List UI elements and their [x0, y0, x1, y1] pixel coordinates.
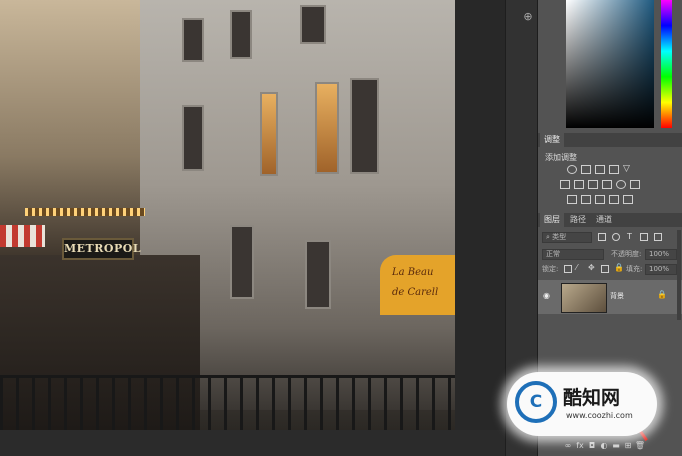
red-awning — [0, 225, 45, 247]
filter-pixel-icon[interactable] — [598, 233, 606, 241]
lock-all-icon[interactable]: 🔒 — [614, 263, 624, 272]
brightness-icon[interactable] — [567, 165, 577, 174]
color-balance-icon[interactable] — [574, 180, 584, 189]
curves-icon[interactable] — [595, 165, 605, 174]
watermark-url: www.coozhi.com — [566, 411, 633, 420]
selective-color-icon[interactable] — [623, 195, 633, 204]
add-mask-icon[interactable]: ◘ — [586, 441, 598, 450]
color-picker-field[interactable] — [566, 0, 654, 128]
panel-toggle-icon[interactable]: ⊕ — [521, 10, 535, 24]
tab-layers[interactable]: 图层 — [540, 213, 564, 227]
blend-mode-select[interactable]: 正常 — [542, 249, 604, 260]
threshold-icon[interactable] — [595, 195, 605, 204]
string-lights — [25, 208, 145, 216]
layer-filter-kind: 类型 — [552, 233, 567, 241]
tab-paths[interactable]: 路径 — [566, 213, 590, 227]
vibrance-icon[interactable]: ▽ — [623, 165, 633, 174]
layer-thumbnail — [561, 283, 607, 313]
new-adjustment-icon[interactable]: ◐ — [598, 441, 610, 450]
hue-saturation-icon[interactable] — [560, 180, 570, 189]
lock-icon: 🔒 — [657, 290, 667, 299]
black-white-icon[interactable] — [588, 180, 598, 189]
left-building — [0, 0, 145, 260]
color-lookup-icon[interactable] — [630, 180, 640, 189]
lock-brush-icon[interactable]: ⁄ — [576, 263, 577, 272]
lock-transparency-icon[interactable] — [564, 265, 572, 273]
photo-filter-icon[interactable] — [602, 180, 612, 189]
lock-artboard-icon[interactable] — [601, 265, 609, 273]
iron-railing — [0, 375, 455, 430]
metro-sign: METROPOL — [62, 238, 141, 260]
add-adjustment-label: 添加调整 — [545, 153, 577, 162]
tab-channels[interactable]: 通道 — [592, 213, 616, 227]
status-bar — [0, 430, 505, 456]
exposure-icon[interactable] — [609, 165, 619, 174]
search-icon: ⌕ — [546, 233, 550, 241]
fill-input[interactable]: 100% — [645, 264, 677, 275]
lock-label: 锁定: — [542, 265, 559, 273]
adjustments-tabbar: 调整 — [538, 133, 682, 147]
document-canvas[interactable]: METROPOL La Beau de Carell — [0, 0, 455, 430]
layer-name: 背景 — [610, 292, 624, 300]
posterize-icon[interactable] — [581, 195, 591, 204]
gradient-map-icon[interactable] — [609, 195, 619, 204]
watermark-title: 酷知网 — [563, 387, 621, 409]
cafe-sign-line1: La Beau — [392, 267, 434, 278]
cafe-sign-line2: de Carell — [392, 287, 439, 298]
filter-smart-object-icon[interactable] — [654, 233, 662, 241]
new-layer-icon[interactable]: ⊞ — [622, 441, 634, 450]
channel-mixer-icon[interactable] — [616, 180, 626, 189]
lock-position-icon[interactable]: ✥ — [588, 263, 595, 272]
link-layers-icon[interactable]: ∞ — [562, 441, 574, 450]
filter-adjustment-icon[interactable] — [612, 233, 620, 241]
filter-type-icon[interactable]: T — [627, 232, 632, 241]
cafe-sign: La Beau de Carell — [380, 255, 455, 315]
new-group-icon[interactable]: ▬ — [610, 441, 622, 450]
tab-adjustments[interactable]: 调整 — [540, 133, 564, 147]
fill-label: 填充: — [626, 265, 643, 273]
watermark-logo: C — [515, 381, 557, 423]
layers-scrollbar[interactable] — [677, 230, 681, 320]
filter-shape-icon[interactable] — [640, 233, 648, 241]
layer-filter-select[interactable]: ⌕ 类型 — [542, 232, 592, 243]
eye-icon[interactable]: ◉ — [543, 291, 553, 300]
invert-icon[interactable] — [567, 195, 577, 204]
layers-tabbar: 图层 路径 通道 — [538, 213, 682, 227]
layers-bottom-toolbar: ∞ fx ◘ ◐ ▬ ⊞ 🗑 — [562, 441, 682, 453]
trash-icon[interactable]: 🗑 — [634, 441, 646, 450]
hue-slider[interactable] — [661, 0, 672, 128]
opacity-label: 不透明度: — [611, 250, 642, 258]
fx-icon[interactable]: fx — [574, 441, 586, 450]
opacity-input[interactable]: 100% — [645, 249, 677, 260]
levels-icon[interactable] — [581, 165, 591, 174]
